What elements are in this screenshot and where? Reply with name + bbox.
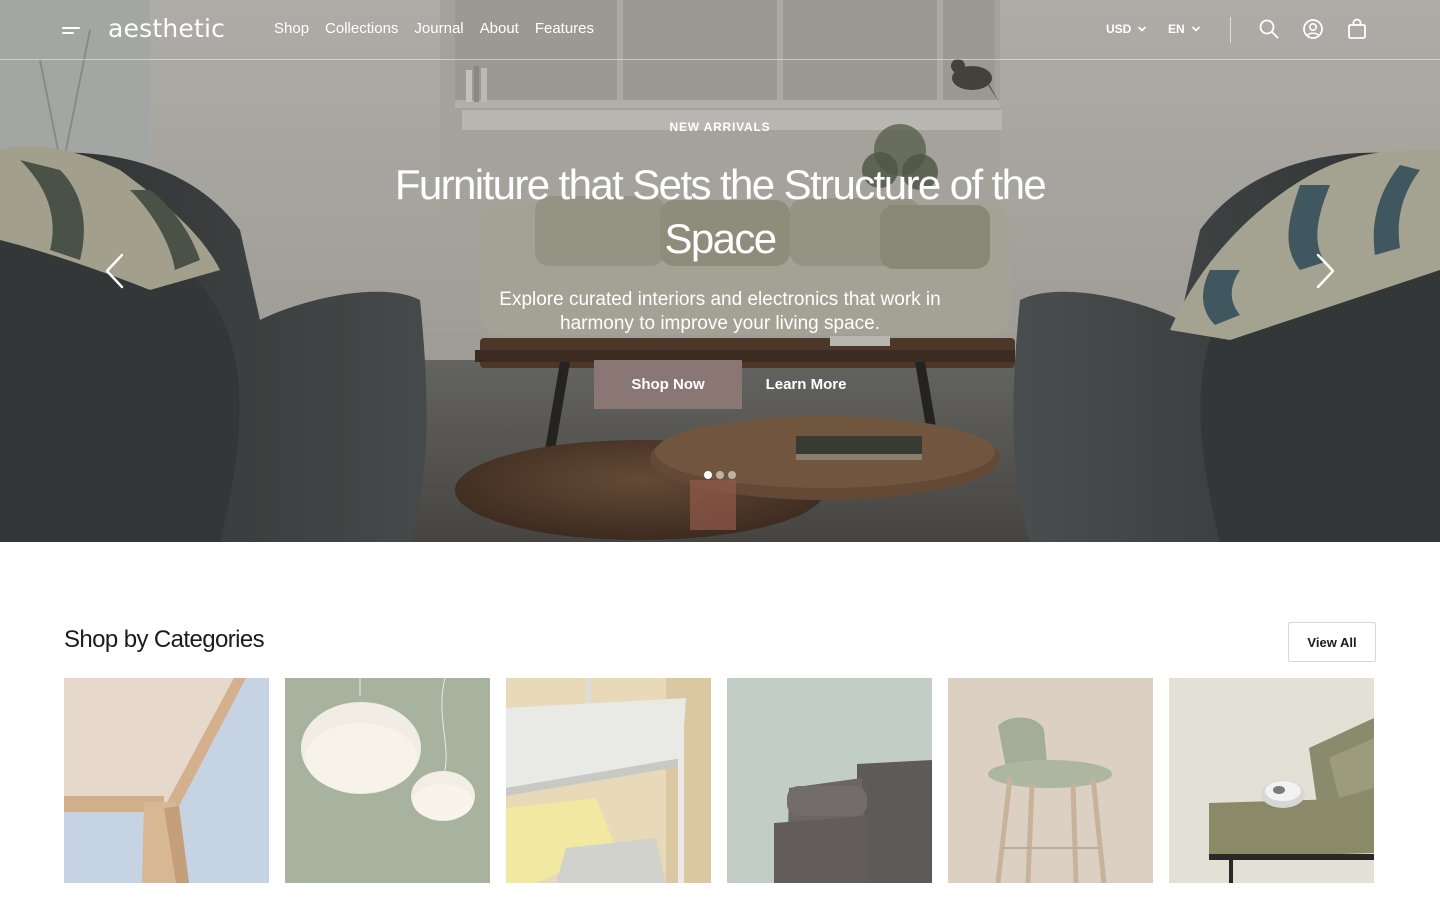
category-image: [948, 678, 1153, 883]
category-card-lighting[interactable]: [285, 678, 490, 883]
hero-title: Furniture that Sets the Structure of the…: [394, 161, 1047, 262]
category-image: [1169, 678, 1374, 883]
language-value: EN: [1168, 22, 1185, 36]
category-card-storage[interactable]: [506, 678, 711, 883]
chevron-right-icon[interactable]: [1312, 252, 1338, 290]
slide-indicator: [704, 471, 736, 479]
nav-item-features[interactable]: Features: [535, 20, 594, 37]
menu-icon[interactable]: [62, 22, 84, 38]
hero-banner: aesthetic Shop Collections Journal About…: [0, 0, 1440, 542]
slide-dot-2[interactable]: [716, 471, 724, 479]
main-nav: Shop Collections Journal About Features: [274, 20, 594, 37]
category-image: [64, 678, 269, 883]
categories-title: Shop by Categories: [64, 626, 265, 653]
category-card-tables[interactable]: [64, 678, 269, 883]
chevron-down-icon: [1138, 26, 1147, 32]
view-all-button[interactable]: View All: [1288, 622, 1376, 662]
hero-background-image: [0, 0, 1440, 542]
learn-more-button[interactable]: Learn More: [750, 360, 862, 409]
nav-item-shop[interactable]: Shop: [274, 20, 309, 37]
hero-eyebrow: NEW ARRIVALS: [669, 120, 771, 134]
header-divider: [1230, 17, 1231, 43]
category-card-sofas[interactable]: [727, 678, 932, 883]
category-image: [727, 678, 932, 883]
currency-value: USD: [1106, 22, 1132, 36]
slide-dot-3[interactable]: [728, 471, 736, 479]
nav-item-collections[interactable]: Collections: [325, 20, 398, 37]
category-list: [64, 678, 1374, 883]
currency-selector[interactable]: USD: [1106, 22, 1147, 36]
category-image: [285, 678, 490, 883]
nav-item-journal[interactable]: Journal: [414, 20, 463, 37]
search-icon[interactable]: [1258, 18, 1280, 40]
shop-now-button[interactable]: Shop Now: [594, 360, 742, 409]
account-icon[interactable]: [1302, 18, 1324, 40]
category-image: [506, 678, 711, 883]
nav-item-about[interactable]: About: [480, 20, 519, 37]
bag-icon[interactable]: [1346, 18, 1368, 40]
category-card-decor[interactable]: [1169, 678, 1374, 883]
chevron-down-icon: [1191, 26, 1200, 32]
category-card-chairs[interactable]: [948, 678, 1153, 883]
site-logo[interactable]: aesthetic: [108, 14, 225, 43]
chevron-left-icon[interactable]: [102, 252, 128, 290]
language-selector[interactable]: EN: [1168, 22, 1201, 36]
slide-dot-1[interactable]: [704, 471, 712, 479]
hero-subtitle: Explore curated interiors and electronic…: [499, 289, 941, 334]
site-header: aesthetic Shop Collections Journal About…: [0, 0, 1440, 60]
